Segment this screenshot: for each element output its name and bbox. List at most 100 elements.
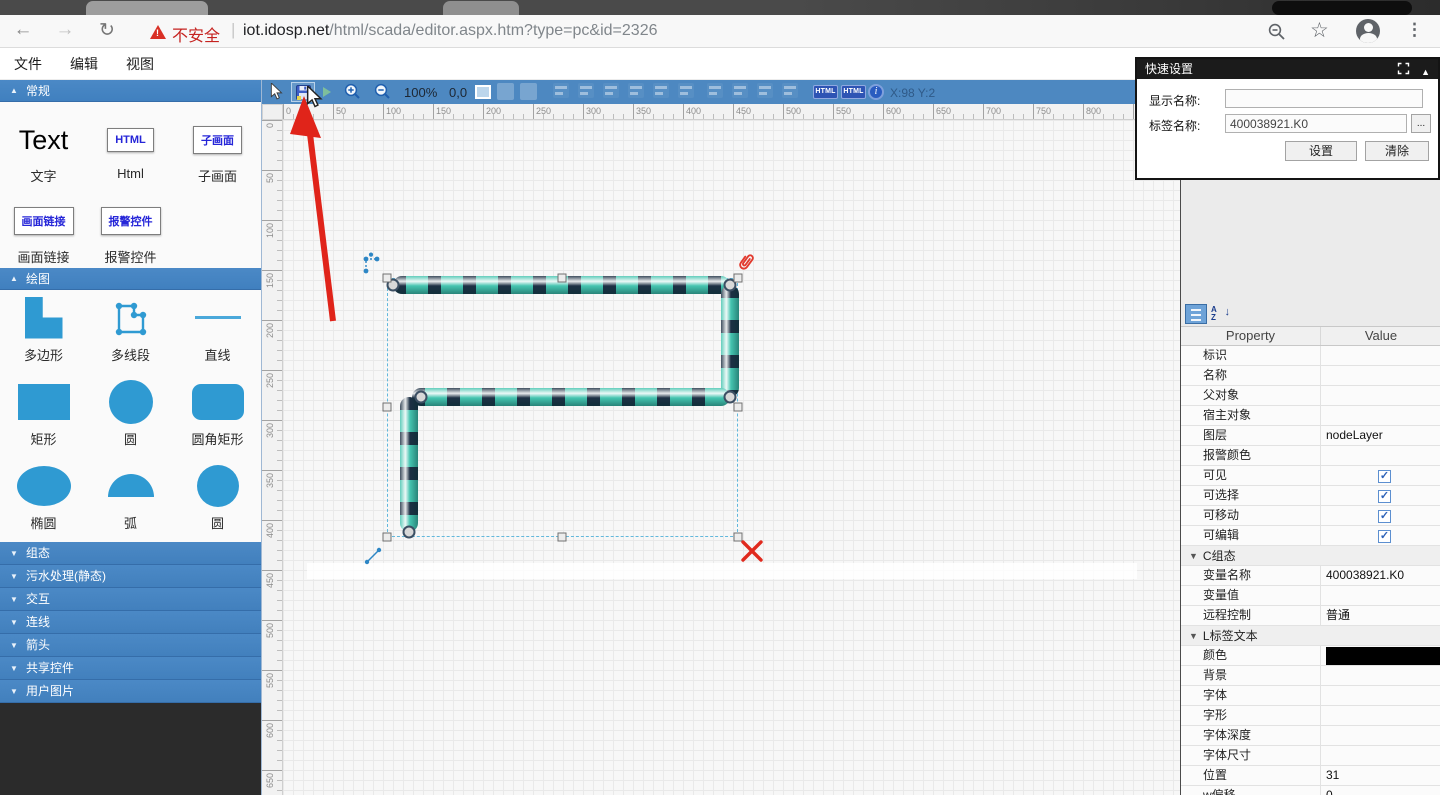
property-value[interactable]: [1321, 646, 1440, 665]
checkbox[interactable]: ✓: [1378, 490, 1391, 503]
align-bottom-icon[interactable]: [678, 83, 694, 98]
pipe-vertex[interactable]: [403, 526, 416, 539]
section-header-collapsed[interactable]: ▼连线: [0, 611, 261, 634]
property-row[interactable]: 字体尺寸: [1181, 746, 1440, 766]
section-header-collapsed[interactable]: ▼污水处理(静态): [0, 565, 261, 588]
palette-item-text[interactable]: Text 文字: [0, 114, 87, 195]
property-row[interactable]: 字形: [1181, 706, 1440, 726]
section-header-collapsed[interactable]: ▼用户图片: [0, 680, 261, 703]
browser-tab[interactable]: [443, 1, 519, 15]
property-value[interactable]: nodeLayer: [1321, 426, 1440, 445]
property-value[interactable]: 普通: [1321, 606, 1440, 625]
property-row[interactable]: 字体深度: [1181, 726, 1440, 746]
property-row[interactable]: 可见✓: [1181, 466, 1440, 486]
palette-item-arc[interactable]: 弧: [87, 458, 174, 542]
property-value[interactable]: [1321, 686, 1440, 705]
section-header-general[interactable]: ▲ 常规: [0, 80, 261, 102]
property-value[interactable]: [1321, 726, 1440, 745]
property-row[interactable]: 字体: [1181, 686, 1440, 706]
property-value[interactable]: [1321, 746, 1440, 765]
property-row[interactable]: 标识: [1181, 346, 1440, 366]
property-value[interactable]: [1321, 346, 1440, 365]
same-width-icon[interactable]: [707, 83, 723, 98]
resize-handle-ne[interactable]: [734, 274, 743, 283]
property-row[interactable]: 报警颜色: [1181, 446, 1440, 466]
preview-play-icon[interactable]: [323, 87, 331, 97]
property-row[interactable]: 可选择✓: [1181, 486, 1440, 506]
forward-icon[interactable]: →: [52, 19, 78, 41]
html-export-icon[interactable]: HTML: [813, 85, 838, 99]
resize-handle-e[interactable]: [734, 403, 743, 412]
property-row[interactable]: 远程控制普通: [1181, 606, 1440, 626]
display-name-input[interactable]: [1225, 89, 1423, 108]
set-button[interactable]: 设置: [1285, 141, 1357, 161]
property-value[interactable]: [1321, 386, 1440, 405]
copy-icon[interactable]: [497, 83, 514, 100]
property-value[interactable]: 0: [1321, 786, 1440, 795]
menu-view[interactable]: 视图: [112, 54, 168, 74]
categorized-view-icon[interactable]: [1185, 304, 1207, 324]
section-header-collapsed[interactable]: ▼共享控件: [0, 657, 261, 680]
resize-handle-w[interactable]: [383, 403, 392, 412]
palette-item-circle2[interactable]: 圆: [174, 458, 261, 542]
address-bar[interactable]: iot.idosp.net/html/scada/editor.aspx.htm…: [243, 22, 657, 40]
property-value[interactable]: [1321, 586, 1440, 605]
clear-button[interactable]: 清除: [1365, 141, 1429, 161]
same-height-icon[interactable]: [732, 83, 748, 98]
palette-item-polyline[interactable]: 多线段: [87, 290, 174, 374]
checkbox[interactable]: ✓: [1378, 470, 1391, 483]
property-row[interactable]: 变量名称400038921.K0: [1181, 566, 1440, 586]
property-row[interactable]: 图层nodeLayer: [1181, 426, 1440, 446]
property-value[interactable]: 400038921.K0: [1321, 566, 1440, 585]
same-size-icon[interactable]: [757, 83, 773, 98]
edit-vertices-icon[interactable]: [361, 252, 385, 276]
property-row[interactable]: 可编辑✓: [1181, 526, 1440, 546]
property-value[interactable]: ✓: [1321, 486, 1440, 505]
canvas-settings-icon[interactable]: [475, 85, 491, 99]
dock-panel-icon[interactable]: [1397, 62, 1410, 75]
zoom-out-icon[interactable]: [374, 83, 392, 101]
browser-tab[interactable]: [86, 1, 208, 15]
palette-item-rect[interactable]: 矩形: [0, 374, 87, 458]
section-header-collapsed[interactable]: ▼交互: [0, 588, 261, 611]
property-value[interactable]: 31: [1321, 766, 1440, 785]
quick-settings-header[interactable]: 快速设置 ▲: [1137, 59, 1438, 79]
palette-item-ellipse[interactable]: 椭圆: [0, 458, 87, 542]
reload-icon[interactable]: ↻: [94, 19, 120, 42]
delete-x-icon[interactable]: [739, 538, 765, 564]
pipe-segment-left[interactable]: [400, 397, 418, 532]
checkbox[interactable]: ✓: [1378, 530, 1391, 543]
distribute-icon[interactable]: [782, 83, 798, 98]
property-value[interactable]: [1321, 706, 1440, 725]
property-row[interactable]: 父对象: [1181, 386, 1440, 406]
property-section-row[interactable]: ▼C组态: [1181, 546, 1440, 566]
back-icon[interactable]: ←: [10, 19, 36, 41]
palette-item-alarm-control[interactable]: 报警控件 报警控件: [87, 195, 174, 276]
attach-paperclip-icon[interactable]: [732, 248, 759, 277]
checkbox[interactable]: ✓: [1378, 510, 1391, 523]
property-row[interactable]: 名称: [1181, 366, 1440, 386]
menu-edit[interactable]: 编辑: [56, 54, 112, 74]
menu-file[interactable]: 文件: [0, 54, 56, 74]
section-header-collapsed[interactable]: ▼箭头: [0, 634, 261, 657]
save-button[interactable]: [291, 82, 315, 102]
property-column-header[interactable]: Property: [1181, 327, 1321, 345]
browser-tab[interactable]: [1272, 1, 1412, 15]
property-value[interactable]: [1321, 406, 1440, 425]
resize-handle-s[interactable]: [558, 533, 567, 542]
pipe-segment-right[interactable]: [721, 285, 739, 397]
property-value[interactable]: ✓: [1321, 526, 1440, 545]
select-tool-icon[interactable]: [270, 83, 284, 100]
value-column-header[interactable]: Value: [1321, 327, 1440, 345]
palette-item-rounded-rect[interactable]: 圆角矩形: [174, 374, 261, 458]
section-header-draw[interactable]: ▲ 绘图: [0, 268, 261, 290]
property-value[interactable]: [1321, 666, 1440, 685]
property-row[interactable]: 背景: [1181, 666, 1440, 686]
align-center-icon[interactable]: [578, 83, 594, 98]
profile-avatar[interactable]: [1356, 19, 1380, 43]
line-tool-icon[interactable]: [362, 544, 386, 568]
palette-item-subscreen[interactable]: 子画面 子画面: [174, 114, 261, 195]
align-left-icon[interactable]: [553, 83, 569, 98]
palette-item-polygon[interactable]: 多边形: [0, 290, 87, 374]
align-middle-icon[interactable]: [653, 83, 669, 98]
